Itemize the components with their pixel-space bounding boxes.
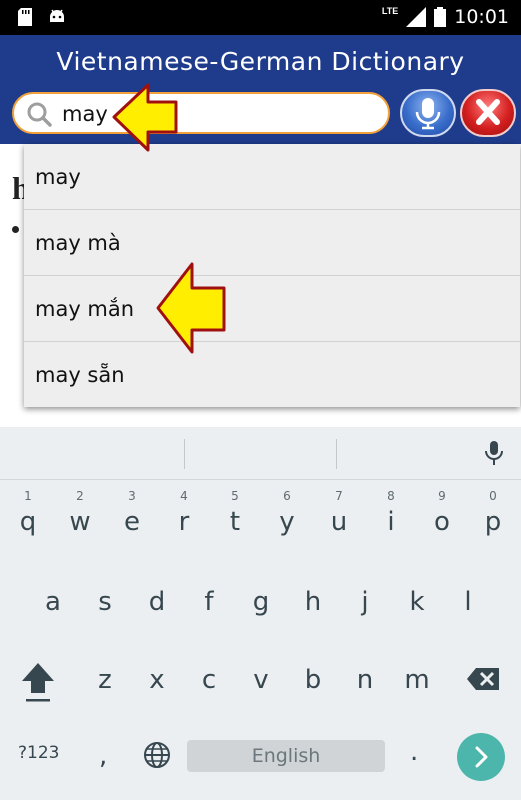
chevron-right-icon: [475, 746, 488, 768]
status-bar: LTE 10:01: [0, 0, 521, 35]
key-t[interactable]: 5t: [209, 487, 261, 547]
key-e[interactable]: 3e: [106, 487, 158, 547]
key-o[interactable]: 9o: [416, 487, 468, 547]
voice-search-button[interactable]: [400, 89, 456, 137]
divider: [184, 439, 185, 469]
key-n[interactable]: n: [339, 645, 391, 705]
go-button[interactable]: [457, 733, 505, 781]
key-i[interactable]: 8i: [365, 487, 417, 547]
suggestion-item[interactable]: may: [24, 144, 520, 210]
suggestion-label: may sẵn: [35, 363, 125, 387]
key-l[interactable]: l: [442, 567, 494, 627]
key-x[interactable]: x: [131, 645, 183, 705]
search-bar: may: [0, 87, 521, 144]
search-query[interactable]: may: [62, 102, 108, 126]
soft-keyboard: 1q 2w 3e 4r 5t 6y 7u 8i 9o 0p a s d f g …: [0, 427, 521, 800]
key-d[interactable]: d: [131, 567, 183, 627]
key-r[interactable]: 4r: [158, 487, 210, 547]
microphone-icon: [415, 98, 441, 130]
key-s[interactable]: s: [79, 567, 131, 627]
space-key[interactable]: English: [187, 740, 385, 772]
key-m[interactable]: m: [391, 645, 443, 705]
divider: [336, 439, 337, 469]
clear-icon: [476, 99, 500, 125]
suggestion-label: may mà: [35, 231, 121, 255]
app-header: Vietnamese-German Dictionary: [0, 35, 521, 91]
suggestion-label: may: [35, 165, 81, 189]
keyboard-suggestion-strip: [0, 427, 521, 480]
signal-icon: [406, 7, 427, 27]
symbols-key[interactable]: ?123: [18, 743, 59, 763]
key-y[interactable]: 6y: [261, 487, 313, 547]
globe-icon[interactable]: [143, 741, 171, 769]
suggestion-label: may mắn: [35, 297, 135, 321]
sd-card-icon: [18, 8, 32, 26]
clear-button[interactable]: [460, 89, 516, 137]
search-icon: [27, 102, 52, 127]
suggestion-item[interactable]: may mà: [24, 210, 520, 276]
shift-icon[interactable]: [18, 659, 58, 705]
suggestion-item[interactable]: may sẵn: [24, 342, 520, 408]
bullet: [12, 226, 19, 233]
key-j[interactable]: j: [339, 567, 391, 627]
key-b[interactable]: b: [287, 645, 339, 705]
keyboard-mic-icon[interactable]: [484, 439, 504, 467]
key-q[interactable]: 1q: [2, 487, 54, 547]
suggestion-item[interactable]: may mắn: [24, 276, 520, 342]
battery-icon: [434, 7, 447, 27]
period-key[interactable]: .: [410, 737, 418, 767]
key-w[interactable]: 2w: [54, 487, 106, 547]
comma-key[interactable]: ,: [99, 741, 107, 771]
key-k[interactable]: k: [391, 567, 443, 627]
key-a[interactable]: a: [27, 567, 79, 627]
key-h[interactable]: h: [287, 567, 339, 627]
backspace-icon[interactable]: [466, 667, 500, 691]
annotation-arrow-search: [112, 83, 178, 152]
search-input[interactable]: may: [12, 92, 390, 134]
key-f[interactable]: f: [183, 567, 235, 627]
app-title: Vietnamese-German Dictionary: [56, 47, 465, 76]
android-icon: [50, 9, 64, 22]
key-p[interactable]: 0p: [467, 487, 519, 547]
key-z[interactable]: z: [79, 645, 131, 705]
key-c[interactable]: c: [183, 645, 235, 705]
suggestion-dropdown: may may mà may mắn may sẵn: [24, 144, 520, 407]
annotation-arrow-suggestion: [156, 262, 226, 354]
clock: 10:01: [454, 6, 509, 28]
network-type: LTE: [381, 6, 399, 16]
key-u[interactable]: 7u: [313, 487, 365, 547]
key-g[interactable]: g: [235, 567, 287, 627]
key-v[interactable]: v: [235, 645, 287, 705]
